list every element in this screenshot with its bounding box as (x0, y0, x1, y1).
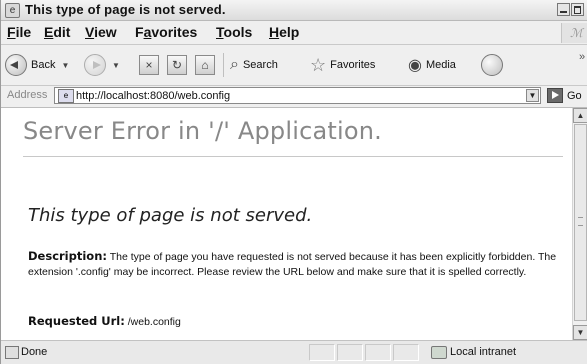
heading-divider (23, 156, 563, 157)
status-cell (337, 344, 363, 361)
status-text: Done (21, 346, 48, 358)
scroll-up-icon[interactable]: ▲ (573, 108, 587, 123)
status-cell (365, 344, 391, 361)
description-text: The type of page you have requested is n… (28, 251, 557, 278)
toolbar: Back ▼ ▼ × ↻ ⌂ ⌕ Search ☆ Favorites ◉ Me… (1, 45, 587, 86)
description-label: Description: (28, 249, 107, 263)
requested-url: Requested Url: /web.config (28, 314, 181, 328)
toolbar-separator (223, 53, 224, 77)
menu-bar: File Edit View Favorites Tools Help ℳ (1, 21, 587, 45)
page-icon: e (58, 89, 74, 103)
media-button[interactable]: ◉ Media (408, 52, 456, 78)
minimize-button[interactable] (557, 3, 570, 16)
grip-icon (578, 217, 583, 226)
stop-icon: × (139, 55, 159, 75)
scroll-down-icon[interactable]: ▼ (573, 325, 587, 340)
address-bar: Address e ▼ Go (1, 86, 587, 108)
back-dropdown-icon[interactable]: ▼ (61, 61, 69, 70)
menu-view[interactable]: View (85, 24, 117, 40)
refresh-button[interactable]: ↻ (167, 52, 187, 78)
security-zone-label: Local intranet (450, 346, 517, 358)
requested-url-label: Requested Url: (28, 314, 125, 328)
go-button[interactable]: Go (567, 90, 582, 102)
home-icon: ⌂ (195, 55, 215, 75)
page-content: Server Error in '/' Application. This ty… (1, 108, 572, 340)
status-cell (309, 344, 335, 361)
vertical-scrollbar[interactable]: ▲ ▼ (572, 108, 587, 340)
scroll-thumb[interactable] (574, 124, 587, 321)
home-button[interactable]: ⌂ (195, 52, 215, 78)
search-button[interactable]: ⌕ Search (230, 52, 278, 78)
error-heading: Server Error in '/' Application. (23, 117, 383, 145)
address-dropdown-icon[interactable]: ▼ (526, 89, 539, 102)
history-icon (481, 54, 503, 76)
history-button[interactable] (481, 52, 503, 78)
go-arrow-icon[interactable] (547, 88, 563, 103)
back-arrow-icon (5, 54, 27, 76)
status-bar: Done Local intranet (1, 340, 587, 364)
page-status-icon (5, 346, 19, 359)
title-bar: e This type of page is not served. (1, 0, 587, 21)
address-field[interactable]: e ▼ (54, 87, 541, 104)
windows-logo-icon: ℳ (561, 23, 587, 43)
favorites-button[interactable]: ☆ Favorites (310, 52, 375, 78)
url-input[interactable] (76, 88, 516, 103)
error-subheading: This type of page is not served. (28, 205, 313, 226)
refresh-icon: ↻ (167, 55, 187, 75)
requested-url-value: /web.config (124, 316, 181, 328)
menu-file[interactable]: File (7, 24, 31, 40)
intranet-zone-icon (431, 346, 447, 359)
star-icon: ☆ (310, 54, 327, 75)
browser-window: e This type of page is not served. File … (0, 0, 587, 364)
status-cell (393, 344, 419, 361)
window-title: This type of page is not served. (25, 2, 226, 17)
search-icon: ⌕ (230, 56, 239, 73)
media-icon: ◉ (408, 57, 422, 74)
menu-edit[interactable]: Edit (44, 24, 70, 40)
menu-favorites[interactable]: Favorites (135, 24, 197, 40)
back-button[interactable]: Back ▼ (5, 52, 69, 78)
forward-dropdown-icon[interactable]: ▼ (112, 61, 120, 70)
forward-button[interactable]: ▼ (84, 52, 120, 78)
browser-icon: e (5, 3, 20, 18)
forward-arrow-icon (84, 54, 106, 76)
menu-tools[interactable]: Tools (216, 24, 252, 40)
toolbar-overflow-icon[interactable]: » (579, 51, 585, 63)
menu-help[interactable]: Help (269, 24, 299, 40)
stop-button[interactable]: × (139, 52, 159, 78)
address-label: Address (7, 89, 48, 101)
maximize-button[interactable] (571, 3, 584, 16)
error-description: Description: The type of page you have r… (28, 249, 564, 280)
